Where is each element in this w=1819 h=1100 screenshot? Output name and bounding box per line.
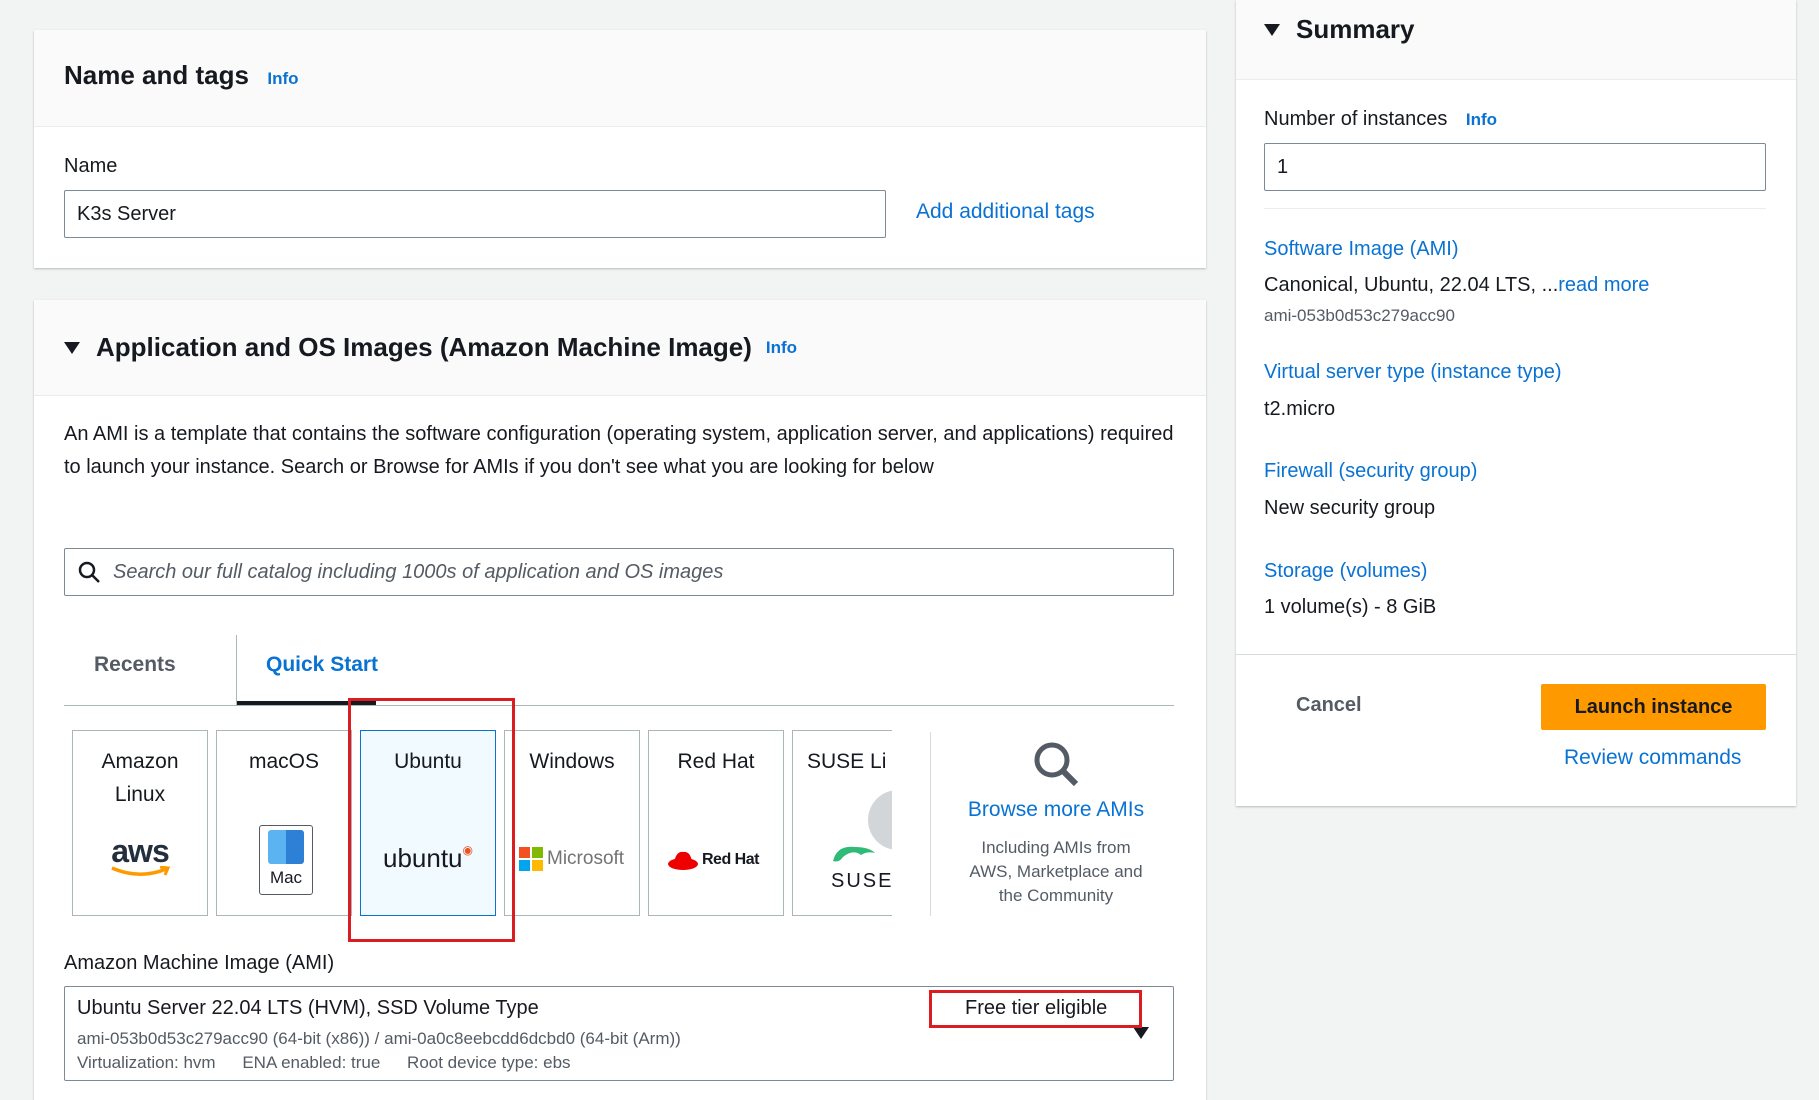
tile-windows-name: Windows [529, 750, 615, 773]
ami-section-title: Application and OS Images (Amazon Machin… [96, 332, 752, 362]
ami-search-input[interactable]: Search our full catalog including 1000s … [64, 548, 1174, 596]
ami-search-placeholder: Search our full catalog including 1000s … [113, 560, 724, 583]
firewall-value: New security group [1264, 497, 1436, 519]
software-image-value: Canonical, Ubuntu, 22.04 LTS, ... [1264, 274, 1559, 296]
summary-footer-divider [1236, 654, 1796, 655]
chevron-right-icon [888, 808, 892, 832]
tile-suse-name: SUSE Li [807, 750, 887, 773]
summary-header: Summary [1236, 0, 1796, 80]
suse-logo: SUSE [831, 841, 892, 893]
aws-logo: aws [73, 833, 207, 878]
ubuntu-highlight-box [348, 698, 515, 942]
tab-recents[interactable]: Recents [94, 653, 176, 677]
ami-select-meta: Virtualization: hvm ENA enabled: true Ro… [77, 1053, 571, 1073]
instances-input[interactable]: 1 [1264, 143, 1766, 191]
free-tier-highlight-box [929, 990, 1142, 1028]
instances-label: Number of instances [1264, 108, 1448, 130]
name-and-tags-info-link[interactable]: Info [267, 69, 298, 88]
browse-more-amis-link[interactable]: Browse more AMIs [946, 798, 1166, 822]
ami-header: Application and OS Images (Amazon Machin… [34, 300, 1206, 396]
ami-select-label: Amazon Machine Image (AMI) [64, 952, 335, 974]
browse-more-block: Browse more AMIs Including AMIs from AWS… [946, 740, 1166, 908]
instance-type-value: t2.micro [1264, 398, 1336, 420]
mac-finder-icon: Mac [259, 825, 313, 895]
tile-windows[interactable]: Windows Microsoft [504, 730, 640, 916]
ami-select-name: Ubuntu Server 22.04 LTS (HVM), SSD Volum… [77, 997, 539, 1019]
browse-divider [930, 732, 931, 916]
cancel-button[interactable]: Cancel [1296, 694, 1362, 717]
browse-search-icon[interactable] [1032, 740, 1080, 788]
browse-more-description: Including AMIs from AWS, Marketplace and… [969, 838, 1143, 905]
tab-quick-start[interactable]: Quick Start [266, 653, 378, 677]
name-and-tags-title: Name and tags [64, 60, 249, 90]
firewall-link[interactable]: Firewall (security group) [1264, 460, 1477, 483]
ami-description: An AMI is a template that contains the s… [64, 423, 1174, 478]
launch-instance-button[interactable]: Launch instance [1541, 684, 1766, 730]
ami-select-ids: ami-053b0d53c279acc90 (64-bit (x86)) / a… [77, 1029, 681, 1048]
read-more-link[interactable]: read more [1558, 274, 1649, 296]
review-commands-link[interactable]: Review commands [1564, 746, 1741, 770]
instances-info-link[interactable]: Info [1466, 110, 1497, 129]
storage-link[interactable]: Storage (volumes) [1264, 560, 1427, 583]
red-hat-logo: Red Hat [667, 849, 759, 871]
add-additional-tags-link[interactable]: Add additional tags [916, 200, 1095, 224]
tile-amazon-linux-line1: Amazon [101, 750, 179, 773]
name-input[interactable]: K3s Server [64, 190, 886, 238]
name-and-tags-header: Name and tags Info [34, 30, 1206, 127]
software-image-id: ami-053b0d53c279acc90 [1264, 306, 1455, 325]
tile-macos[interactable]: macOS Mac [216, 730, 352, 916]
ami-virtualization: Virtualization: hvm [77, 1053, 216, 1072]
tile-amazon-linux[interactable]: Amazon Linux aws [72, 730, 208, 916]
summary-divider-1 [1264, 208, 1766, 209]
software-image-link[interactable]: Software Image (AMI) [1264, 238, 1459, 261]
tile-red-hat[interactable]: Red Hat Red Hat [648, 730, 784, 916]
summary-caret-icon[interactable] [1264, 23, 1280, 36]
ami-ena: ENA enabled: true [242, 1053, 381, 1072]
tab-divider [236, 635, 237, 705]
tile-macos-name: macOS [248, 750, 319, 773]
search-icon [78, 561, 100, 583]
collapse-caret-icon[interactable] [64, 341, 80, 354]
instance-type-link[interactable]: Virtual server type (instance type) [1264, 361, 1562, 384]
ami-info-link[interactable]: Info [766, 338, 797, 358]
tile-amazon-linux-line2: Linux [114, 783, 166, 806]
summary-title: Summary [1296, 14, 1415, 44]
storage-value: 1 volume(s) - 8 GiB [1264, 596, 1437, 618]
ami-panel: Application and OS Images (Amazon Machin… [34, 300, 1206, 1100]
name-and-tags-panel: Name and tags Info Name K3s Server Add a… [34, 30, 1206, 268]
ami-root-device: Root device type: ebs [407, 1053, 571, 1072]
microsoft-logo: Microsoft [519, 847, 624, 871]
summary-panel: Summary Number of instances Info 1 Softw… [1236, 0, 1796, 806]
name-label: Name [64, 155, 118, 177]
dropdown-caret-icon[interactable] [1133, 1027, 1149, 1039]
ami-tabs: Recents Quick Start [64, 635, 1174, 706]
tile-red-hat-name: Red Hat [677, 750, 755, 773]
